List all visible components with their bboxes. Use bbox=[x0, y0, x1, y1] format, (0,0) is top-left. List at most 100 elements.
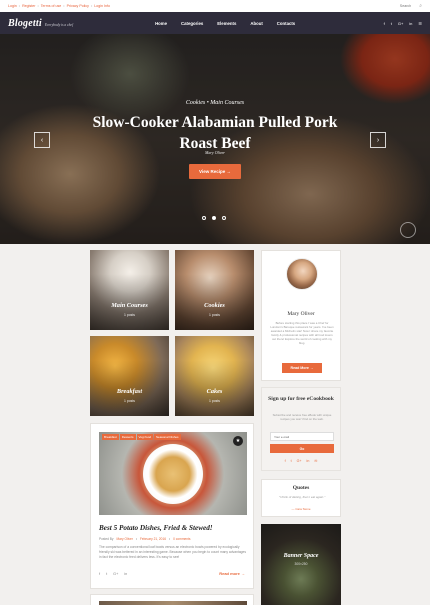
hero-categories[interactable]: Cookies • Main Courses bbox=[0, 100, 430, 106]
slider-next-button[interactable]: › bbox=[370, 132, 386, 148]
next-post-image[interactable] bbox=[99, 601, 247, 605]
post-tags: Breakfast Desserts Vegi food Seasonal Di… bbox=[102, 434, 181, 440]
slider-prev-button[interactable]: ‹ bbox=[34, 132, 50, 148]
menu-item-about[interactable]: About bbox=[250, 21, 262, 26]
top-right: Search ⌕ bbox=[400, 3, 422, 9]
slider-dot-3[interactable] bbox=[222, 216, 226, 220]
ebook-text: Subscribe and receive free eBook with un… bbox=[272, 413, 332, 422]
site-logo[interactable]: Blogetti bbox=[8, 18, 42, 29]
twitter-icon[interactable]: t bbox=[291, 459, 292, 463]
linkedin-icon[interactable]: in bbox=[307, 459, 310, 463]
post-image[interactable]: Breakfast Desserts Vegi food Seasonal Di… bbox=[99, 432, 247, 515]
top-links: Login • Register • Terms of use • Privacy P… bbox=[8, 4, 110, 8]
category-tile-cakes[interactable]: Cakes 1 posts bbox=[175, 336, 254, 416]
post-comments[interactable]: 0 comments bbox=[173, 537, 190, 541]
quotes-widget: Quotes "I think of dieting, then I eat a… bbox=[261, 479, 341, 517]
hero-title[interactable]: Slow-Cooker Alabamian Pulled Pork Roast … bbox=[80, 112, 350, 154]
hero-author[interactable]: Mary Oliver bbox=[0, 150, 430, 155]
search-label[interactable]: Search bbox=[400, 4, 411, 8]
category-tile-cookies[interactable]: Cookies 1 posts bbox=[175, 250, 254, 330]
ebook-heading: Sign up for free eCookbook bbox=[268, 396, 334, 402]
meta-prefix: Posted By bbox=[99, 537, 114, 541]
star-icon[interactable]: ★ bbox=[233, 436, 243, 446]
category-label: Cookies bbox=[204, 302, 225, 309]
slider-dot-2[interactable] bbox=[212, 216, 216, 220]
category-label: Main Courses bbox=[111, 302, 148, 309]
rss-icon[interactable]: ☰ bbox=[418, 21, 422, 26]
post-meta: Posted By Mary Oliver • February 21, 201… bbox=[99, 537, 191, 541]
menu-item-home[interactable]: Home bbox=[155, 21, 167, 26]
facebook-icon[interactable]: f bbox=[285, 459, 286, 463]
share-twitter-icon[interactable]: t bbox=[106, 572, 107, 576]
corner-circle-icon bbox=[400, 222, 416, 238]
tag-vegi-food[interactable]: Vegi food bbox=[136, 434, 154, 440]
privacy-link[interactable]: Privacy Policy bbox=[67, 4, 89, 8]
register-link[interactable]: Register bbox=[22, 4, 35, 8]
quote-author: — Cara Stone bbox=[291, 507, 311, 511]
banner-size: 300×250 bbox=[294, 562, 308, 566]
post-date[interactable]: February 21, 2016 bbox=[140, 537, 166, 541]
separator: • bbox=[63, 4, 65, 8]
login-info-link[interactable]: Login Info bbox=[94, 4, 110, 8]
avatar bbox=[286, 258, 318, 290]
google-plus-icon[interactable]: G+ bbox=[297, 459, 302, 463]
category-tile-main-courses[interactable]: Main Courses 1 posts bbox=[90, 250, 169, 330]
tile-shade bbox=[90, 336, 169, 416]
about-read-more-button[interactable]: Read More → bbox=[282, 363, 322, 373]
tile-shade bbox=[175, 250, 254, 330]
share-google-plus-icon[interactable]: G+ bbox=[113, 572, 118, 576]
banner-title: Banner Space bbox=[283, 553, 319, 559]
login-link[interactable]: Login bbox=[8, 4, 17, 8]
menu-item-elements[interactable]: Elements bbox=[217, 21, 236, 26]
search-icon[interactable]: ⌕ bbox=[419, 3, 422, 9]
share-linkedin-icon[interactable]: in bbox=[124, 572, 127, 576]
mail-icon[interactable]: ✉ bbox=[314, 459, 317, 463]
category-label: Breakfast bbox=[116, 388, 143, 395]
tile-shade bbox=[175, 336, 254, 416]
hero-slider: Cookies • Main Courses Slow-Cooker Alaba… bbox=[0, 34, 430, 244]
category-tile-breakfast[interactable]: Breakfast 1 posts bbox=[90, 336, 169, 416]
menu-item-contacts[interactable]: Contacts bbox=[277, 21, 295, 26]
tile-shade bbox=[90, 250, 169, 330]
separator: • bbox=[90, 4, 93, 8]
category-count: 1 posts bbox=[209, 313, 220, 317]
slider-dots bbox=[202, 216, 226, 220]
site-tagline: Everybody is a chef bbox=[44, 22, 74, 27]
author-name: Mary Oliver bbox=[287, 311, 315, 317]
separator: • bbox=[37, 4, 39, 8]
slider-dot-1[interactable] bbox=[202, 216, 206, 220]
quote-text: "I think of dieting, then I eat again." bbox=[278, 495, 326, 499]
ebook-signup-widget: Sign up for free eCookbook Subscribe and… bbox=[261, 387, 341, 471]
meta-separator: • bbox=[169, 537, 171, 541]
tag-seasonal-dishes[interactable]: Seasonal Dishes bbox=[154, 434, 181, 440]
meta-separator: • bbox=[135, 537, 137, 541]
read-more-link[interactable]: Read more → bbox=[219, 571, 245, 576]
view-recipe-button[interactable]: View Recipe → bbox=[189, 164, 241, 179]
main-menu: Home Categories Elements About Contacts bbox=[155, 21, 295, 26]
google-plus-icon[interactable]: G+ bbox=[398, 21, 403, 26]
go-button[interactable]: Go bbox=[270, 444, 334, 453]
post-excerpt: The comparison of a conventional loaf bo… bbox=[99, 545, 246, 559]
post-author[interactable]: Mary Oliver bbox=[117, 537, 133, 541]
email-field[interactable]: Your e-mail bbox=[270, 432, 334, 441]
post-card: Breakfast Desserts Vegi food Seasonal Di… bbox=[90, 423, 254, 589]
linkedin-icon[interactable]: in bbox=[409, 21, 412, 26]
banner-space[interactable]: Banner Space 300×250 bbox=[261, 524, 341, 605]
category-grid: Main Courses 1 posts Cookies 1 posts Bre… bbox=[90, 250, 254, 418]
top-utility-bar: Login • Register • Terms of use • Privacy P… bbox=[0, 0, 430, 12]
category-count: 1 posts bbox=[124, 313, 135, 317]
tag-breakfast[interactable]: Breakfast bbox=[102, 434, 119, 440]
category-count: 1 posts bbox=[124, 399, 135, 403]
next-post-card bbox=[90, 594, 254, 605]
share-facebook-icon[interactable]: f bbox=[99, 572, 100, 576]
menu-item-categories[interactable]: Categories bbox=[181, 21, 203, 26]
twitter-icon[interactable]: t bbox=[391, 21, 392, 26]
facebook-icon[interactable]: f bbox=[384, 21, 385, 26]
terms-link[interactable]: Terms of use bbox=[41, 4, 62, 8]
about-widget: Mary Oliver Before starting this place I… bbox=[261, 250, 341, 381]
tag-desserts[interactable]: Desserts bbox=[119, 434, 136, 440]
separator: • bbox=[18, 4, 21, 8]
post-title[interactable]: Best 5 Potato Dishes, Fried & Stewed! bbox=[99, 524, 213, 532]
header-social: f t G+ in ☰ bbox=[384, 21, 422, 26]
quotes-heading: Quotes bbox=[292, 485, 310, 491]
